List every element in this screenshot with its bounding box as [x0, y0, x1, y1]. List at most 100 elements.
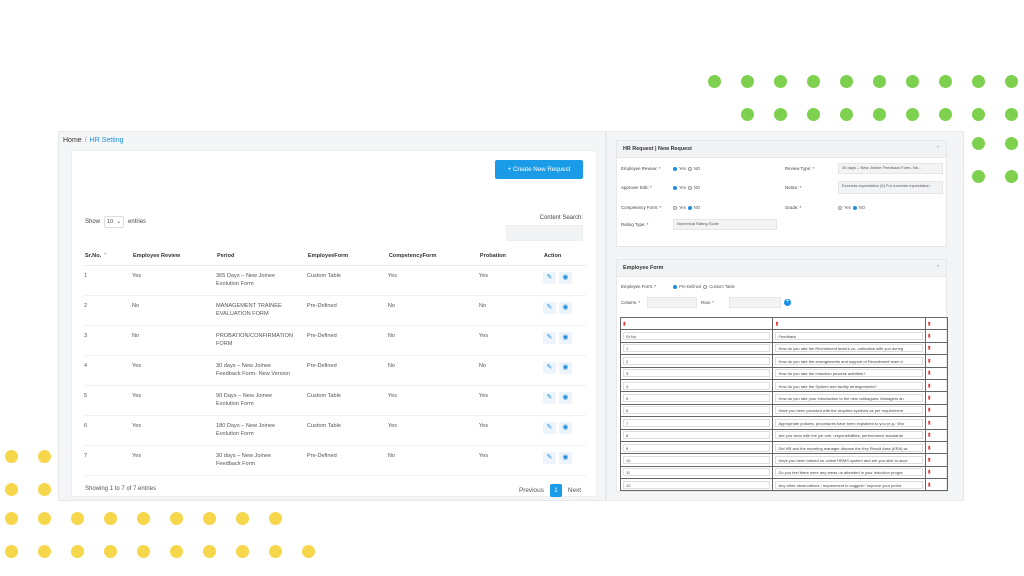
pencil-icon[interactable]: ✎: [542, 421, 556, 434]
row-number-input[interactable]: 3: [623, 369, 771, 378]
approver-edit-no-radio[interactable]: [687, 185, 692, 190]
cell-action: ✎ ◉: [542, 325, 586, 356]
hr-request-header[interactable]: HR Request | New Request ⌃: [617, 141, 946, 158]
entries-select[interactable]: 10 ⌄: [104, 216, 125, 228]
cell-employee-review: Yes: [132, 445, 216, 476]
question-input[interactable]: Appropriate policies, procedures have be…: [775, 418, 923, 427]
pencil-icon[interactable]: ✎: [542, 451, 556, 464]
row-number-input[interactable]: 6: [623, 406, 771, 415]
breadcrumb-current[interactable]: HR Setting: [90, 137, 124, 144]
row-number-input[interactable]: 1: [623, 344, 771, 353]
question-input[interactable]: How do you rate the System and facility …: [775, 381, 923, 390]
row-input[interactable]: [729, 297, 781, 308]
grade-yes-radio[interactable]: [838, 205, 842, 210]
col-period[interactable]: Period: [216, 247, 307, 266]
add-row-icon[interactable]: +: [784, 299, 791, 306]
question-input[interactable]: Have you been trained on online HRMS sys…: [775, 455, 923, 464]
col-employee-form[interactable]: EmployeeForm: [306, 247, 388, 266]
row-number-input[interactable]: 10: [623, 455, 771, 464]
trash-icon[interactable]: ▮: [928, 345, 931, 351]
trash-icon[interactable]: ▮: [928, 333, 931, 339]
pagination-previous[interactable]: Previous: [519, 487, 544, 494]
approver-edit-yes-radio[interactable]: [673, 185, 677, 190]
row-delete-cell: ▮: [924, 440, 949, 455]
pencil-icon[interactable]: ✎: [542, 391, 556, 404]
eye-icon[interactable]: ◉: [558, 331, 572, 344]
trash-icon[interactable]: ▮: [928, 407, 931, 413]
pagination-next[interactable]: Next: [568, 487, 581, 494]
col-action[interactable]: Action: [542, 247, 586, 266]
notice-textarea[interactable]: Exceeds expectation (5) For exceeds expe…: [838, 181, 943, 194]
review-type-select[interactable]: 30 days – New Joinee Feedback Form- Ne..…: [838, 163, 943, 174]
eye-icon[interactable]: ◉: [558, 301, 572, 314]
col-srno[interactable]: Sr.No. ⌃: [84, 247, 132, 266]
table-info: Showing 1 to 7 of 7 entries: [85, 486, 157, 492]
header-input[interactable]: Sr.No: [623, 332, 771, 341]
header-input[interactable]: Feedback: [775, 332, 923, 341]
yes-label: Yes: [679, 185, 686, 190]
question-input[interactable]: Have you been provided with the required…: [775, 406, 923, 415]
pencil-icon[interactable]: ✎: [542, 331, 556, 344]
trash-icon[interactable]: ▮: [928, 321, 931, 327]
grade-label: Grade: *: [785, 205, 802, 210]
row-delete-cell: ▮: [924, 453, 949, 467]
pencil-icon[interactable]: ✎: [542, 271, 556, 284]
competency-form-no-radio[interactable]: [687, 205, 692, 210]
question-input[interactable]: Do you feel there were any areas un atte…: [775, 468, 923, 477]
chevron-up-icon[interactable]: ⌃: [935, 265, 940, 271]
feedback-row: 1 How do you rate the Recruitment team's …: [619, 341, 949, 356]
question-input[interactable]: Any other observations / requirement to …: [775, 480, 923, 489]
trash-icon[interactable]: ▮: [928, 469, 931, 475]
custom-table-radio[interactable]: [703, 284, 708, 289]
grade-no-radio[interactable]: [852, 205, 857, 210]
pencil-icon[interactable]: ✎: [542, 361, 556, 374]
row-number-input[interactable]: 4: [623, 381, 771, 390]
col-probation[interactable]: Probation: [478, 247, 543, 266]
pagination-page-1[interactable]: 1: [549, 484, 562, 497]
row-number-input[interactable]: 7: [623, 418, 771, 427]
trash-icon[interactable]: ▮: [928, 358, 931, 364]
trash-icon[interactable]: ▮: [623, 321, 626, 327]
row-number-input[interactable]: 12: [623, 480, 771, 489]
breadcrumb-home[interactable]: Home: [63, 137, 82, 144]
employee-review-no-radio[interactable]: [687, 166, 692, 171]
competency-form-yes-radio[interactable]: [673, 205, 677, 210]
row-number-input[interactable]: 8: [623, 431, 771, 440]
question-input[interactable]: How do you rate the Induction process ac…: [775, 369, 923, 378]
row-number-input[interactable]: 11: [623, 468, 771, 477]
trash-icon[interactable]: ▮: [928, 370, 931, 376]
eye-icon[interactable]: ◉: [558, 361, 572, 374]
create-new-request-button[interactable]: + Create New Request: [495, 160, 583, 179]
trash-icon[interactable]: ▮: [928, 383, 931, 389]
trash-icon[interactable]: ▮: [775, 321, 778, 327]
eye-icon[interactable]: ◉: [558, 391, 572, 404]
pencil-icon[interactable]: ✎: [542, 301, 556, 314]
eye-icon[interactable]: ◉: [558, 271, 572, 284]
question-input[interactable]: How do you rate the arrangements and sup…: [775, 356, 923, 365]
question-input[interactable]: Did HR and the reporting manager discuss…: [775, 443, 923, 452]
trash-icon[interactable]: ▮: [928, 420, 931, 426]
predefined-radio[interactable]: [673, 284, 677, 289]
trash-icon[interactable]: ▮: [928, 432, 931, 438]
hr-request-title: HR Request | New Request: [623, 146, 692, 152]
trash-icon[interactable]: ▮: [928, 445, 931, 451]
row-number-input[interactable]: 5: [623, 394, 771, 403]
question-input[interactable]: Are you clear with the job role, respons…: [775, 431, 923, 440]
col-competency-form[interactable]: CompetencyForm: [387, 247, 479, 266]
row-number-input[interactable]: 9: [623, 443, 771, 452]
col-employee-review[interactable]: Employee Review: [132, 247, 216, 266]
eye-icon[interactable]: ◉: [558, 451, 572, 464]
question-input[interactable]: How do you rate your introduction to the…: [775, 394, 923, 403]
column-input[interactable]: [647, 297, 697, 308]
question-input[interactable]: How do you rate the Recruitment team's c…: [775, 344, 923, 353]
trash-icon[interactable]: ▮: [928, 457, 931, 463]
trash-icon[interactable]: ▮: [928, 395, 931, 401]
trash-icon[interactable]: ▮: [928, 482, 931, 488]
rating-type-select[interactable]: Numerical Rating Scale: [673, 219, 777, 230]
search-input[interactable]: [506, 225, 583, 241]
chevron-up-icon[interactable]: ⌃: [935, 146, 940, 152]
employee-review-yes-radio[interactable]: [673, 166, 677, 171]
row-number-input[interactable]: 2: [623, 356, 771, 365]
employee-form-header[interactable]: Employee Form ⌃: [617, 260, 946, 277]
eye-icon[interactable]: ◉: [558, 421, 572, 434]
